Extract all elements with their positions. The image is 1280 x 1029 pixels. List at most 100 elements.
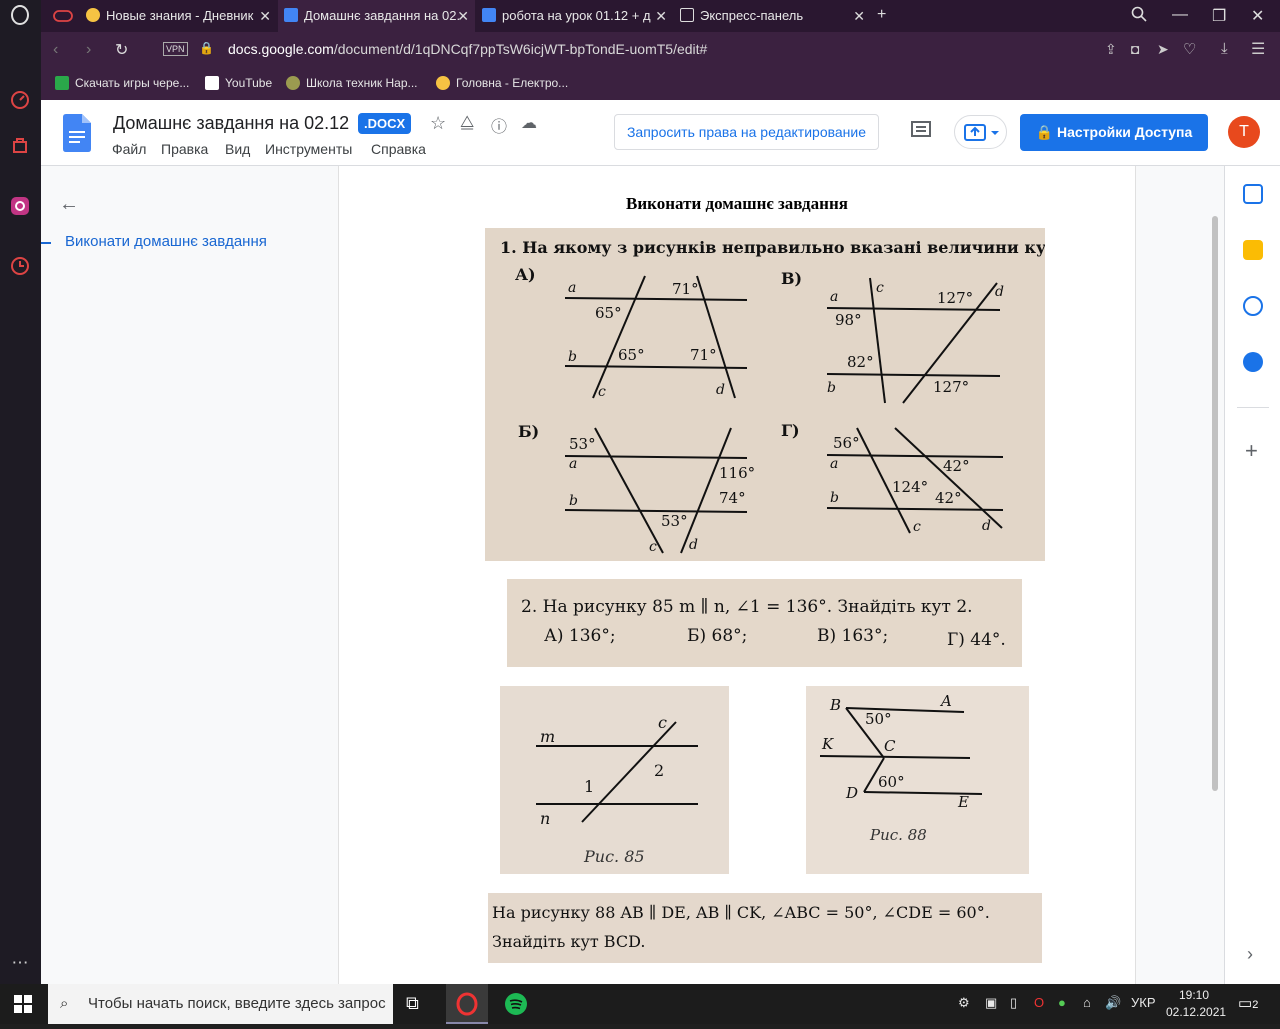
panel-v-angle-4: 127° [933, 378, 969, 396]
taskbar-search[interactable]: ⌕ Чтобы начать поиск, введите здесь запр… [48, 984, 393, 1024]
opera-taskbar-button[interactable] [446, 984, 488, 1024]
close-window-icon[interactable]: ✕ [1251, 6, 1264, 26]
minimize-icon[interactable]: — [1172, 6, 1188, 24]
task2-question: 2. На рисунку 85 m ∥ n, ∠1 = 136°. Знайд… [521, 597, 973, 617]
fig88-figure: B A K C D E 50° 60° Рис. 88 [819, 692, 983, 844]
close-tab-icon[interactable]: ✕ [259, 0, 271, 32]
network-icon[interactable]: ⌂ [1083, 995, 1091, 1010]
nvidia-tray-icon[interactable]: ▣ [985, 995, 997, 1011]
history-icon[interactable] [9, 255, 31, 277]
task2-option-g: Г) 44°. [947, 630, 1006, 650]
menu-edit[interactable]: Правка [161, 141, 208, 157]
menu-help[interactable]: Справка [371, 141, 426, 157]
info-icon[interactable]: ⓘ [491, 113, 507, 137]
scrollbar[interactable] [1212, 216, 1218, 791]
bookmark-item[interactable]: Головна - Електро... [436, 76, 568, 90]
close-tab-icon[interactable]: ✕ [655, 0, 667, 32]
close-tab-icon[interactable]: ✕ [853, 0, 865, 32]
vpn-badge[interactable]: VPN [163, 42, 188, 56]
gamepad-icon[interactable] [53, 8, 73, 29]
search-tabs-icon[interactable] [1131, 6, 1147, 27]
doc-title[interactable]: Домашнє завдання на 02.12 [113, 113, 349, 134]
shopping-bag-icon[interactable] [9, 134, 31, 156]
clock[interactable]: 19:10 02.12.2021 [1166, 987, 1226, 1021]
panel-b-angle-3: 74° [719, 489, 746, 507]
new-tab-icon[interactable]: + [877, 6, 886, 24]
fig88-label-a: A [939, 692, 952, 710]
heart-icon[interactable]: ♡ [1183, 40, 1196, 58]
reload-icon[interactable]: ↻ [115, 40, 128, 60]
tab-1[interactable]: Новые знания - Дневник ✕ [80, 0, 277, 32]
cloud-icon[interactable]: ☁ [521, 113, 537, 133]
share-page-icon[interactable]: ⇪ [1105, 41, 1117, 58]
camera-icon[interactable]: ◘ [1131, 41, 1139, 57]
opera-sidebar: ⋯ [0, 0, 41, 984]
bookmark-item[interactable]: Школа техник Нар... [286, 76, 418, 90]
task3-line2: Знайдіть кут BCD. [492, 932, 645, 951]
send-icon[interactable]: ➤ [1157, 41, 1169, 58]
opera-logo-icon[interactable] [9, 4, 31, 26]
panel-g-line-a [826, 454, 1004, 458]
panel-v-letter: d [995, 284, 1004, 300]
panel-g-angle-2: 42° [943, 457, 970, 475]
fig88-angle-60: 60° [878, 773, 905, 791]
notifications-icon[interactable]: ▭2 [1238, 994, 1258, 1012]
task1-figure: 1. На якому з рисунків неправильно вказа… [500, 238, 1045, 555]
utorrent-tray-icon[interactable]: ● [1058, 995, 1066, 1010]
tasks-icon[interactable] [1243, 296, 1263, 316]
panel-v-letter: a [830, 289, 838, 305]
outline-item[interactable]: Виконати домашнє завдання [65, 233, 267, 250]
restore-icon[interactable]: ❐ [1212, 6, 1226, 26]
tab-2[interactable]: Домашнє завдання на 02. ✕ [278, 0, 475, 32]
language-indicator[interactable]: УКР [1131, 995, 1156, 1010]
avatar[interactable]: T [1228, 116, 1260, 148]
instagram-icon[interactable] [9, 195, 31, 217]
close-tab-icon[interactable]: ✕ [457, 0, 469, 32]
panel-a-angle-4: 71° [690, 346, 717, 364]
fig88-label-d: D [845, 784, 858, 802]
star-icon[interactable]: ☆ [430, 113, 446, 134]
panel-a-line-c [592, 275, 646, 399]
back-arrow-icon[interactable]: ← [59, 193, 79, 216]
bookmark-item[interactable]: YouTube [205, 76, 272, 90]
menu-tools[interactable]: Инструменты [265, 141, 352, 157]
keep-icon[interactable] [1243, 240, 1263, 260]
move-drive-icon[interactable]: ⧋ [460, 114, 474, 132]
spotify-icon[interactable] [505, 993, 527, 1020]
present-button[interactable] [954, 115, 1007, 149]
steam-tray-icon[interactable]: ⚙ [958, 995, 970, 1011]
panel-v-line-c [869, 277, 886, 404]
contacts-icon[interactable] [1243, 352, 1263, 372]
windows-start-icon[interactable] [14, 995, 32, 1018]
docs-logo-icon[interactable] [63, 114, 91, 157]
forward-icon[interactable]: › [86, 41, 91, 59]
volume-icon[interactable]: 🔊 [1105, 995, 1121, 1011]
url-field[interactable]: docs.google.com/document/d/1qDNCqf7ppTsW… [228, 41, 707, 57]
menu-file[interactable]: Файл [112, 141, 146, 157]
comments-icon[interactable] [911, 121, 931, 144]
panel-a-line-a [564, 297, 748, 301]
fig88-angle-50: 50° [865, 710, 892, 728]
usb-tray-icon[interactable]: ▯ [1010, 995, 1017, 1011]
tab-4[interactable]: Экспресс-панель ✕ [674, 0, 871, 32]
panel-a-letter: b [568, 349, 577, 365]
panel-g-angle-3: 124° [892, 478, 928, 496]
tab-3[interactable]: робота на урок 01.12 + д ✕ [476, 0, 673, 32]
calendar-icon[interactable] [1243, 184, 1263, 204]
panel-g-letter: d [982, 518, 991, 534]
more-dots-icon[interactable]: ⋯ [9, 952, 31, 974]
bulb-icon [86, 8, 100, 22]
menu-icon[interactable]: ☰ [1251, 39, 1265, 59]
share-button[interactable]: 🔒 Настройки Доступа [1020, 114, 1208, 151]
request-edit-button[interactable]: Запросить права на редактирование [614, 114, 879, 150]
speed-dial-icon[interactable] [9, 89, 31, 111]
bookmark-item[interactable]: Скачать игры чере... [55, 76, 189, 90]
task-view-icon[interactable]: ⧉ [406, 993, 419, 1014]
download-icon[interactable]: ⤓ [1221, 40, 1228, 57]
task1-image: 1. На якому з рисунків неправильно вказа… [485, 228, 1045, 561]
back-icon[interactable]: ‹ [53, 41, 58, 59]
menu-view[interactable]: Вид [225, 141, 250, 157]
add-addon-icon[interactable]: + [1245, 438, 1258, 464]
expand-panel-icon[interactable]: › [1247, 944, 1253, 965]
opera-tray-icon[interactable]: O [1034, 995, 1044, 1010]
